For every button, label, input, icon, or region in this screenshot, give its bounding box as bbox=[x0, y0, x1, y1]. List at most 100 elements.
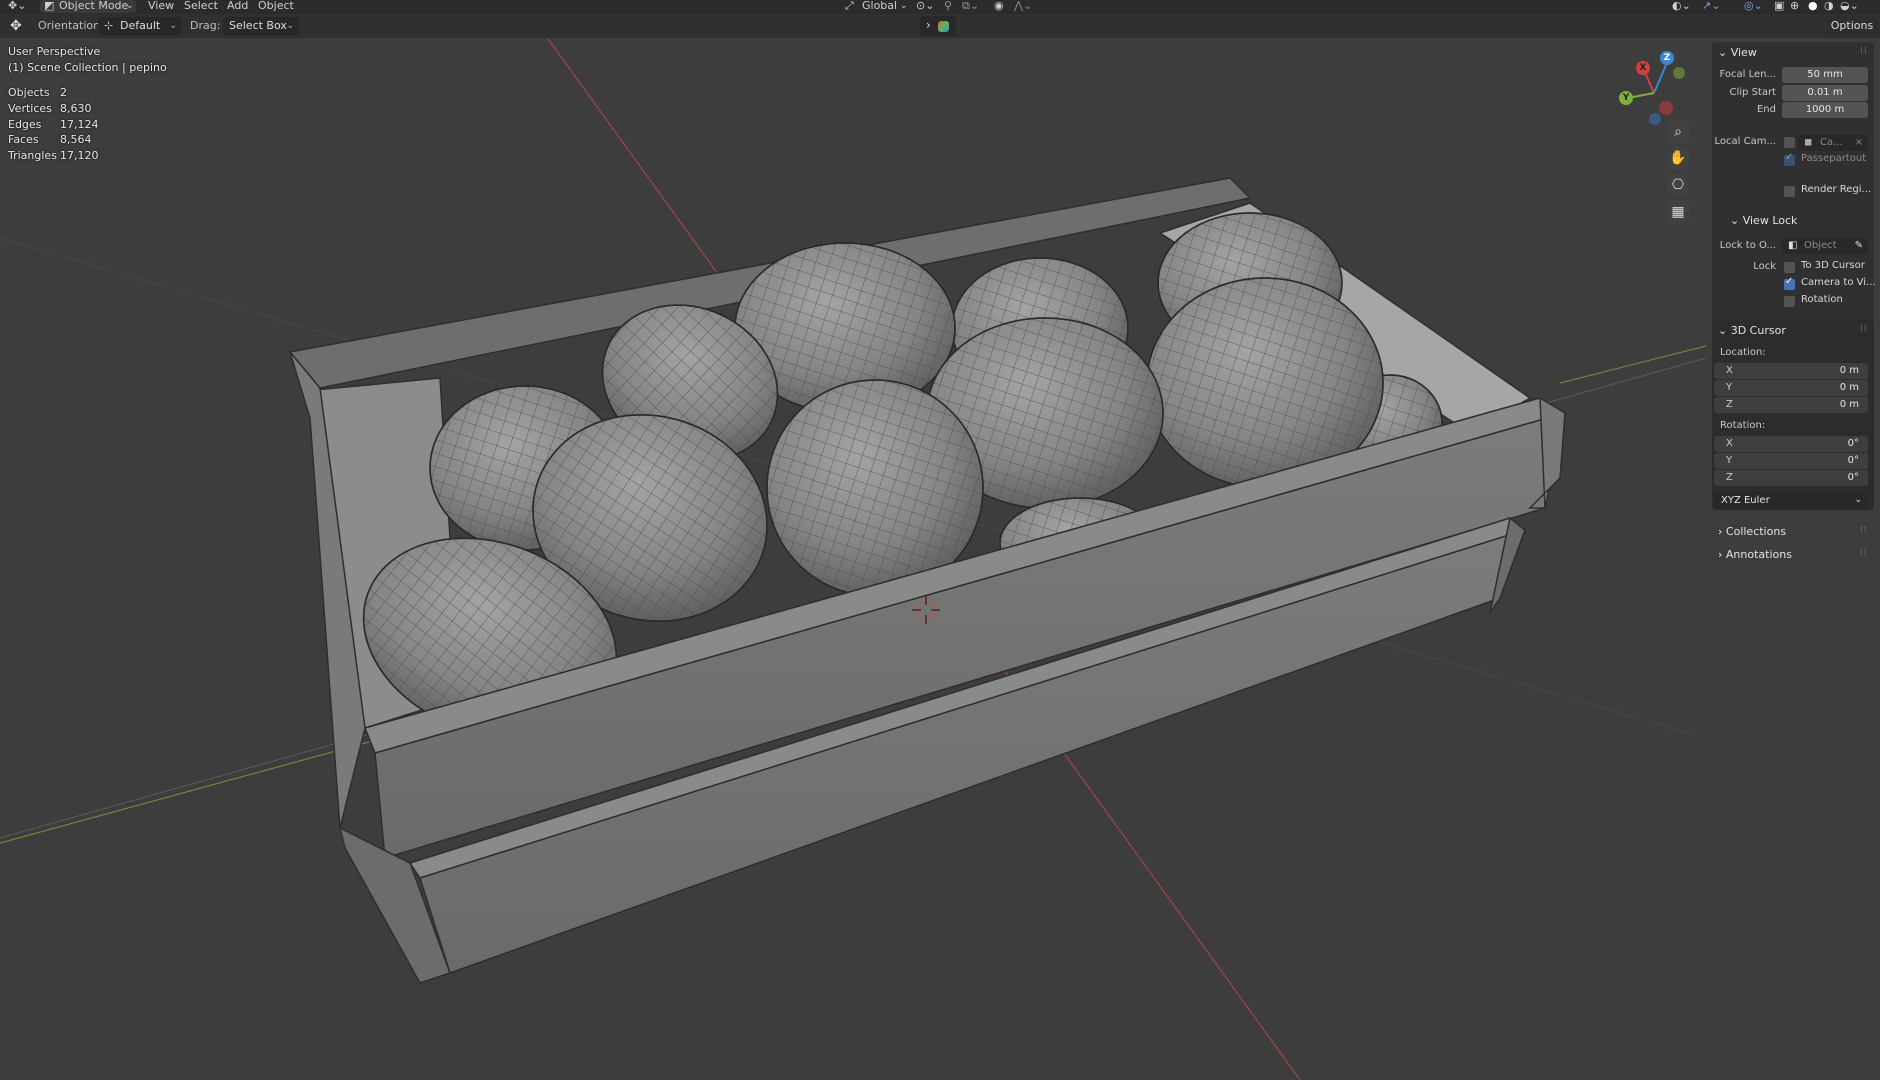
chevron-right-icon: › bbox=[1718, 525, 1723, 538]
focal-length-field[interactable]: 50 mm bbox=[1782, 67, 1868, 83]
cursor-rotation-z[interactable]: Z 0° bbox=[1714, 470, 1868, 486]
snap-target-icon[interactable]: ⧉⌄ bbox=[962, 0, 979, 14]
lock-rotation-checkbox[interactable] bbox=[1784, 296, 1795, 307]
shading-wireframe-icon[interactable]: ⊕ bbox=[1790, 0, 1799, 14]
local-camera-field[interactable]: ◼ Ca... × bbox=[1798, 135, 1868, 151]
options-button[interactable]: Options bbox=[1826, 16, 1878, 36]
gizmo-toggle-icon[interactable]: ↗⌄ bbox=[1702, 0, 1720, 14]
cursor-location-y[interactable]: Y0 m bbox=[1714, 380, 1868, 396]
lock-to-object-label: Lock to O... bbox=[1719, 240, 1776, 251]
pan-hand-icon[interactable]: ✋ bbox=[1666, 146, 1690, 170]
mode-label: Object Mode bbox=[59, 0, 129, 12]
shading-material-icon[interactable]: ◑ bbox=[1824, 0, 1834, 14]
local-camera-label: Local Cam... bbox=[1714, 136, 1776, 147]
local-camera-checkbox[interactable] bbox=[1784, 137, 1795, 148]
gizmo-z-axis[interactable]: Z bbox=[1660, 51, 1674, 65]
camera-to-view-checkbox[interactable] bbox=[1784, 276, 1795, 290]
chevron-down-icon: ⌄ bbox=[126, 1, 134, 11]
cursor-location-x[interactable]: X0 m bbox=[1714, 363, 1868, 379]
menu-add[interactable]: Add bbox=[227, 0, 248, 14]
object-icon: ◧ bbox=[1788, 240, 1798, 251]
drag-handle-icon[interactable]: ⁞⁞ bbox=[1860, 525, 1868, 535]
cursor-rotation-x[interactable]: X 0° bbox=[1714, 436, 1868, 452]
overlays-toggle-icon[interactable]: ◎⌄ bbox=[1744, 0, 1763, 14]
view-panel-header[interactable]: ⌄ View bbox=[1718, 46, 1757, 59]
lock-rotation-label: Rotation bbox=[1801, 294, 1843, 305]
drag-value: Select Box bbox=[229, 19, 287, 32]
clip-start-field[interactable]: 0.01 m bbox=[1782, 85, 1868, 101]
clip-end-label: End bbox=[1756, 104, 1776, 115]
view-panel: ⌄ View ⁞⁞ Focal Len... 50 mm Clip Start … bbox=[1712, 42, 1876, 332]
transform-orientation-dropdown[interactable]: Global bbox=[862, 0, 897, 14]
eyedropper-icon[interactable]: ✎ bbox=[1855, 238, 1863, 254]
camera-view-icon[interactable]: ⎔ bbox=[1666, 173, 1690, 197]
chevron-down-icon: ⌄ bbox=[1730, 214, 1740, 227]
chevron-down-icon: ⌄ bbox=[1718, 324, 1728, 337]
render-region-label: Render Regi... bbox=[1801, 184, 1872, 195]
proportional-editing-icon[interactable]: ◉ bbox=[994, 0, 1004, 14]
lock-to-object-field[interactable]: ◧ Object ✎ bbox=[1782, 238, 1868, 254]
cursor-location-z[interactable]: Z0 m bbox=[1714, 397, 1868, 413]
gizmo-x-axis[interactable]: X bbox=[1636, 61, 1650, 75]
passepartout-label: Passepartout bbox=[1801, 153, 1867, 164]
camera-to-view-label: Camera to Vi... bbox=[1801, 277, 1876, 288]
close-icon[interactable]: × bbox=[1855, 135, 1863, 151]
snap-icon[interactable]: ⚲ bbox=[944, 0, 952, 14]
chevron-down-icon: ⌄ bbox=[1718, 46, 1728, 59]
asset-cube-icon bbox=[938, 21, 949, 32]
cursor-rotation-label: Rotation: bbox=[1720, 420, 1766, 431]
drag-handle-icon[interactable]: ⁞⁞ bbox=[1860, 548, 1868, 558]
viewport-perspective-label: User Perspective bbox=[8, 45, 101, 58]
viewport-header: ✥⌄ ◩ Object Mode ⌄ View Select Add Objec… bbox=[0, 0, 1880, 14]
perspective-grid-icon[interactable]: ▦ bbox=[1666, 200, 1690, 224]
lock-to-3d-cursor-checkbox[interactable] bbox=[1784, 262, 1795, 273]
annotations-panel-header[interactable]: › Annotations bbox=[1718, 548, 1792, 561]
orientation-label: Orientation: bbox=[38, 19, 104, 32]
render-region-checkbox[interactable] bbox=[1784, 186, 1795, 197]
shading-solid-icon[interactable]: ● bbox=[1808, 0, 1818, 14]
collections-panel-header[interactable]: › Collections bbox=[1718, 525, 1786, 538]
clip-end-field[interactable]: 1000 m bbox=[1782, 102, 1868, 118]
xray-toggle-icon[interactable]: ▣ bbox=[1774, 0, 1784, 14]
mode-dropdown[interactable]: ◩ Object Mode ⌄ bbox=[40, 0, 136, 13]
cursor-location-label: Location: bbox=[1720, 347, 1766, 358]
stat-edges-value: 17,124 bbox=[60, 118, 99, 131]
chevron-down-icon: ⌄ bbox=[286, 21, 294, 31]
3d-viewport[interactable]: User Perspective (1) Scene Collection | … bbox=[0, 38, 1880, 1080]
drag-dropdown[interactable]: Select Box ⌄ bbox=[223, 17, 299, 35]
stat-faces-value: 8,564 bbox=[60, 133, 92, 146]
asset-shelf-toggle[interactable]: › bbox=[920, 16, 956, 36]
viewport-collection-label: (1) Scene Collection | pepino bbox=[8, 61, 167, 74]
navigation-gizmo[interactable] bbox=[1612, 48, 1694, 130]
orientation-value: Default bbox=[120, 19, 161, 32]
stat-edges-label: Edges bbox=[8, 118, 42, 131]
rotation-mode-dropdown[interactable]: XYZ Euler ⌄ bbox=[1714, 492, 1868, 509]
zoom-icon[interactable]: ⌕ bbox=[1666, 120, 1690, 144]
menu-object[interactable]: Object bbox=[258, 0, 294, 14]
menu-view[interactable]: View bbox=[148, 0, 174, 14]
3d-cursor-header[interactable]: ⌄ 3D Cursor bbox=[1718, 324, 1786, 337]
passepartout-checkbox[interactable] bbox=[1784, 152, 1795, 166]
lock-to-3d-cursor-label: To 3D Cursor bbox=[1801, 260, 1865, 271]
orientation-dropdown[interactable]: ⊹ Default ⌄ bbox=[98, 17, 182, 35]
drag-handle-icon[interactable]: ⁞⁞ bbox=[1860, 46, 1868, 56]
chevron-down-icon: ⌄ bbox=[1854, 495, 1862, 505]
drag-handle-icon[interactable]: ⁞⁞ bbox=[1860, 324, 1868, 334]
editor-type-icon[interactable]: ✥⌄ bbox=[8, 0, 26, 14]
pivot-point-icon[interactable]: ⊙⌄ bbox=[916, 0, 934, 14]
sidebar-n-panel: ⌄ View ⁞⁞ Focal Len... 50 mm Clip Start … bbox=[1706, 38, 1880, 1080]
gizmo-y-axis[interactable]: Y bbox=[1619, 91, 1633, 105]
cursor-rotation-y[interactable]: Y 0° bbox=[1714, 453, 1868, 469]
shading-rendered-icon[interactable]: ◒⌄ bbox=[1840, 0, 1859, 14]
stat-objects-value: 2 bbox=[60, 86, 67, 99]
scene-canvas bbox=[0, 38, 1707, 1080]
falloff-icon[interactable]: ⋀⌄ bbox=[1014, 0, 1032, 14]
visibility-icon[interactable]: ◐⌄ bbox=[1672, 0, 1691, 14]
transform-orientation-icon: ⤢ bbox=[845, 0, 854, 12]
chevron-right-icon: › bbox=[1718, 548, 1723, 561]
clip-start-label: Clip Start bbox=[1729, 87, 1777, 98]
menu-select[interactable]: Select bbox=[184, 0, 218, 14]
move-tool-icon[interactable]: ✥ bbox=[10, 17, 22, 35]
chevron-down-icon: ⌄ bbox=[900, 1, 908, 11]
view-lock-header[interactable]: ⌄ View Lock bbox=[1730, 214, 1797, 227]
